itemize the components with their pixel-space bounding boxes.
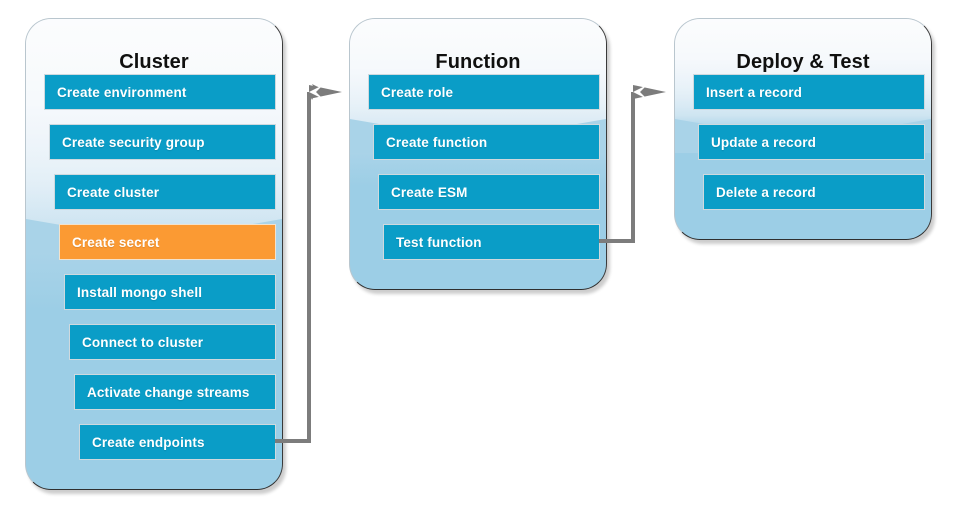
step-box[interactable]: Create environment (44, 74, 276, 110)
step-box[interactable]: Connect to cluster (69, 324, 276, 360)
step-box[interactable]: Create ESM (378, 174, 600, 210)
panel-function: Function Create role Create function Cre… (349, 18, 607, 290)
panel-deploy-test: Deploy & Test Insert a record Update a r… (674, 18, 932, 240)
step-box[interactable]: Update a record (698, 124, 925, 160)
step-box[interactable]: Delete a record (703, 174, 925, 210)
diagram-canvas: Cluster Create environment Create securi… (0, 0, 965, 505)
step-box[interactable]: Insert a record (693, 74, 925, 110)
step-box-active[interactable]: Create secret (59, 224, 276, 260)
step-box[interactable]: Create function (373, 124, 600, 160)
step-box[interactable]: Create endpoints (79, 424, 276, 460)
step-box[interactable]: Create security group (49, 124, 276, 160)
step-box[interactable]: Create role (368, 74, 600, 110)
step-box[interactable]: Install mongo shell (64, 274, 276, 310)
panel-title-function: Function (435, 51, 521, 73)
panel-title-cluster: Cluster (119, 51, 189, 73)
connector-function-to-deploy (599, 85, 666, 243)
connector-cluster-to-function (275, 84, 342, 443)
panel-cluster: Cluster Create environment Create securi… (25, 18, 283, 490)
panel-title-deploy-test: Deploy & Test (736, 51, 870, 73)
step-box[interactable]: Create cluster (54, 174, 276, 210)
step-box[interactable]: Test function (383, 224, 600, 260)
step-box[interactable]: Activate change streams (74, 374, 276, 410)
